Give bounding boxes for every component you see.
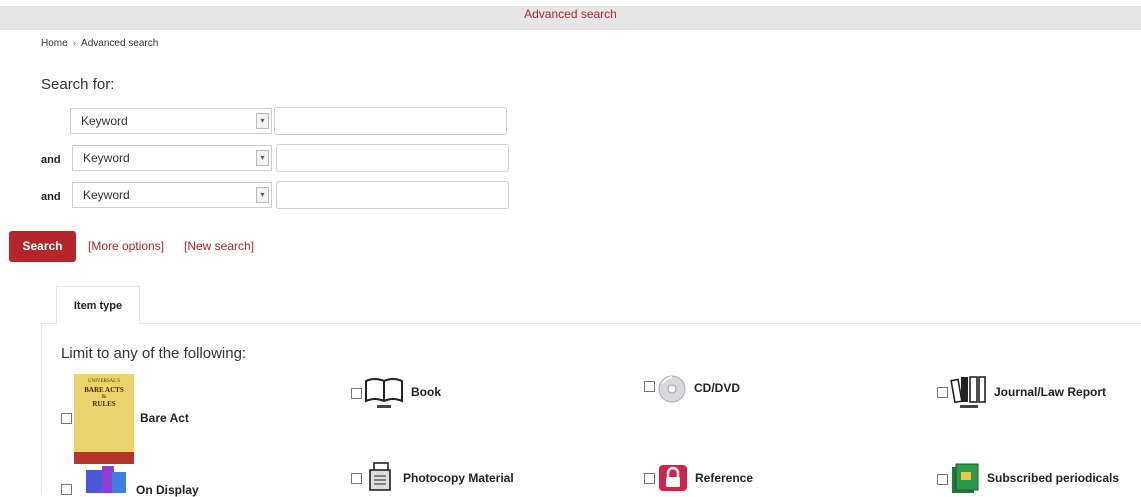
breadcrumb-home[interactable]: Home <box>41 38 68 49</box>
checkbox-book[interactable] <box>351 388 362 399</box>
field-select-value: Keyword <box>81 114 128 128</box>
search-for-heading: Search for: <box>41 76 115 93</box>
item-label: Reference <box>695 471 754 485</box>
checkbox-cd-dvd[interactable] <box>644 381 655 392</box>
periodical-icon <box>952 463 979 493</box>
more-options-link[interactable]: [More options] <box>88 239 164 253</box>
search-input-3[interactable] <box>276 181 509 209</box>
breadcrumb-current: Advanced search <box>81 38 159 49</box>
item-label: Photocopy Material <box>403 471 514 485</box>
checkbox-reference[interactable] <box>644 473 655 484</box>
chevron-down-icon: ▾ <box>256 187 269 203</box>
checkbox-bare-act[interactable] <box>61 413 72 424</box>
checkbox-on-display[interactable] <box>61 484 72 495</box>
item-label: Bare Act <box>140 411 189 425</box>
cover-title-line: RULES <box>92 400 116 408</box>
new-search-link[interactable]: [New search] <box>184 239 254 253</box>
field-select-1[interactable]: Keyword ▾ <box>70 108 272 134</box>
display-icon <box>86 466 126 493</box>
search-input-2[interactable] <box>276 144 509 172</box>
book-cover-icon: UNIVERSAL'S BARE ACTS & RULES <box>74 374 134 464</box>
item-label: Subscribed periodicals <box>987 471 1120 485</box>
chevron-down-icon: ▾ <box>256 150 269 166</box>
field-select-3[interactable]: Keyword ▾ <box>72 182 272 208</box>
conjunction-label: and <box>41 191 61 203</box>
checkbox-photocopy[interactable] <box>351 473 362 484</box>
cover-publisher: UNIVERSAL'S <box>87 379 120 384</box>
tab-item-type[interactable]: Item type <box>56 286 140 324</box>
breadcrumb-separator: › <box>72 38 77 49</box>
book-icon <box>365 378 403 408</box>
top-bar: Advanced search <box>0 6 1141 30</box>
limit-heading: Limit to any of the following: <box>61 345 247 362</box>
checkbox-journal[interactable] <box>937 387 948 398</box>
field-select-2[interactable]: Keyword ▾ <box>72 145 272 171</box>
panel-border <box>41 323 42 493</box>
cover-title-line: BARE ACTS <box>84 386 124 394</box>
field-select-value: Keyword <box>83 151 130 165</box>
cover-band <box>74 452 134 464</box>
item-label: CD/DVD <box>694 381 741 395</box>
item-label: Book <box>411 385 441 399</box>
photocopy-icon <box>369 462 391 491</box>
field-select-value: Keyword <box>83 188 130 202</box>
search-button[interactable]: Search <box>9 231 76 262</box>
search-input-1[interactable] <box>274 107 507 135</box>
chevron-down-icon: ▾ <box>256 113 269 129</box>
disc-icon <box>658 375 686 403</box>
checkbox-subscribed-periodicals[interactable] <box>937 474 948 485</box>
breadcrumb: Home › Advanced search <box>41 38 158 49</box>
conjunction-label: and <box>41 154 61 166</box>
lock-icon <box>659 465 687 491</box>
item-label: On Display <box>136 483 199 497</box>
journal-icon <box>950 376 986 408</box>
item-label: Journal/Law Report <box>994 385 1107 399</box>
page-title: Advanced search <box>524 7 617 21</box>
tab-divider <box>41 323 1141 324</box>
